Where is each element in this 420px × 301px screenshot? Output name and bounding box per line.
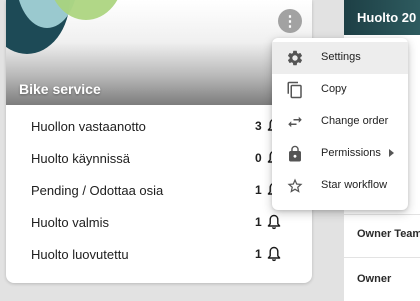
menu-item-label: Copy	[321, 83, 347, 95]
divider	[344, 214, 420, 215]
status-label: Huolto valmis	[31, 215, 110, 230]
status-count: 0	[255, 151, 262, 165]
menu-item-label: Settings	[321, 51, 361, 63]
owner-team-label: Owner Team	[357, 228, 420, 240]
more-options-icon[interactable]: ⋮	[278, 9, 302, 33]
status-count: 1	[255, 247, 262, 261]
menu-item-settings[interactable]: Settings	[272, 42, 408, 74]
divider	[344, 257, 420, 258]
status-row[interactable]: Huollon vastaanotto 3	[6, 111, 312, 143]
copy-icon	[287, 81, 302, 99]
status-row[interactable]: Huolto valmis 1	[6, 207, 312, 239]
status-label: Huolto käynnissä	[31, 151, 130, 166]
bell-icon[interactable]	[267, 246, 281, 262]
gear-icon	[287, 50, 303, 66]
status-row[interactable]: Pending / Odottaa osia 1	[6, 175, 312, 207]
menu-item-label: Permissions	[321, 147, 381, 159]
status-row[interactable]: Huolto luovutettu 1	[6, 239, 312, 271]
swap-arrows-icon	[288, 116, 302, 128]
workflow-card[interactable]: Bike service ⋮ Huollon vastaanotto 3 Huo…	[6, 0, 312, 283]
menu-item-change-order[interactable]: Change order	[272, 106, 408, 138]
lock-icon	[289, 145, 301, 162]
menu-item-label: Change order	[321, 115, 389, 127]
side-panel-header: Huolto 20	[344, 0, 420, 35]
status-count: 1	[255, 215, 262, 229]
context-menu: Settings Copy Change order Permissions S…	[272, 38, 408, 210]
card-title: Bike service	[19, 81, 101, 97]
owner-label: Owner	[357, 273, 392, 285]
submenu-arrow-icon	[389, 149, 394, 157]
card-header: Bike service	[6, 0, 312, 105]
status-count: 1	[255, 183, 262, 197]
status-label: Pending / Odottaa osia	[31, 183, 164, 198]
status-label: Huolto luovutettu	[31, 247, 129, 262]
bell-icon[interactable]	[267, 214, 281, 230]
status-count: 3	[255, 119, 262, 133]
menu-item-copy[interactable]: Copy	[272, 74, 408, 106]
status-label: Huollon vastaanotto	[31, 119, 146, 134]
star-icon	[287, 178, 303, 193]
menu-item-permissions[interactable]: Permissions	[272, 138, 408, 170]
menu-item-star-workflow[interactable]: Star workflow	[272, 170, 408, 202]
status-list: Huollon vastaanotto 3 Huolto käynnissä 0…	[6, 111, 312, 271]
menu-item-label: Star workflow	[321, 179, 388, 191]
side-panel-title: Huolto 20	[357, 10, 417, 25]
status-row[interactable]: Huolto käynnissä 0	[6, 143, 312, 175]
